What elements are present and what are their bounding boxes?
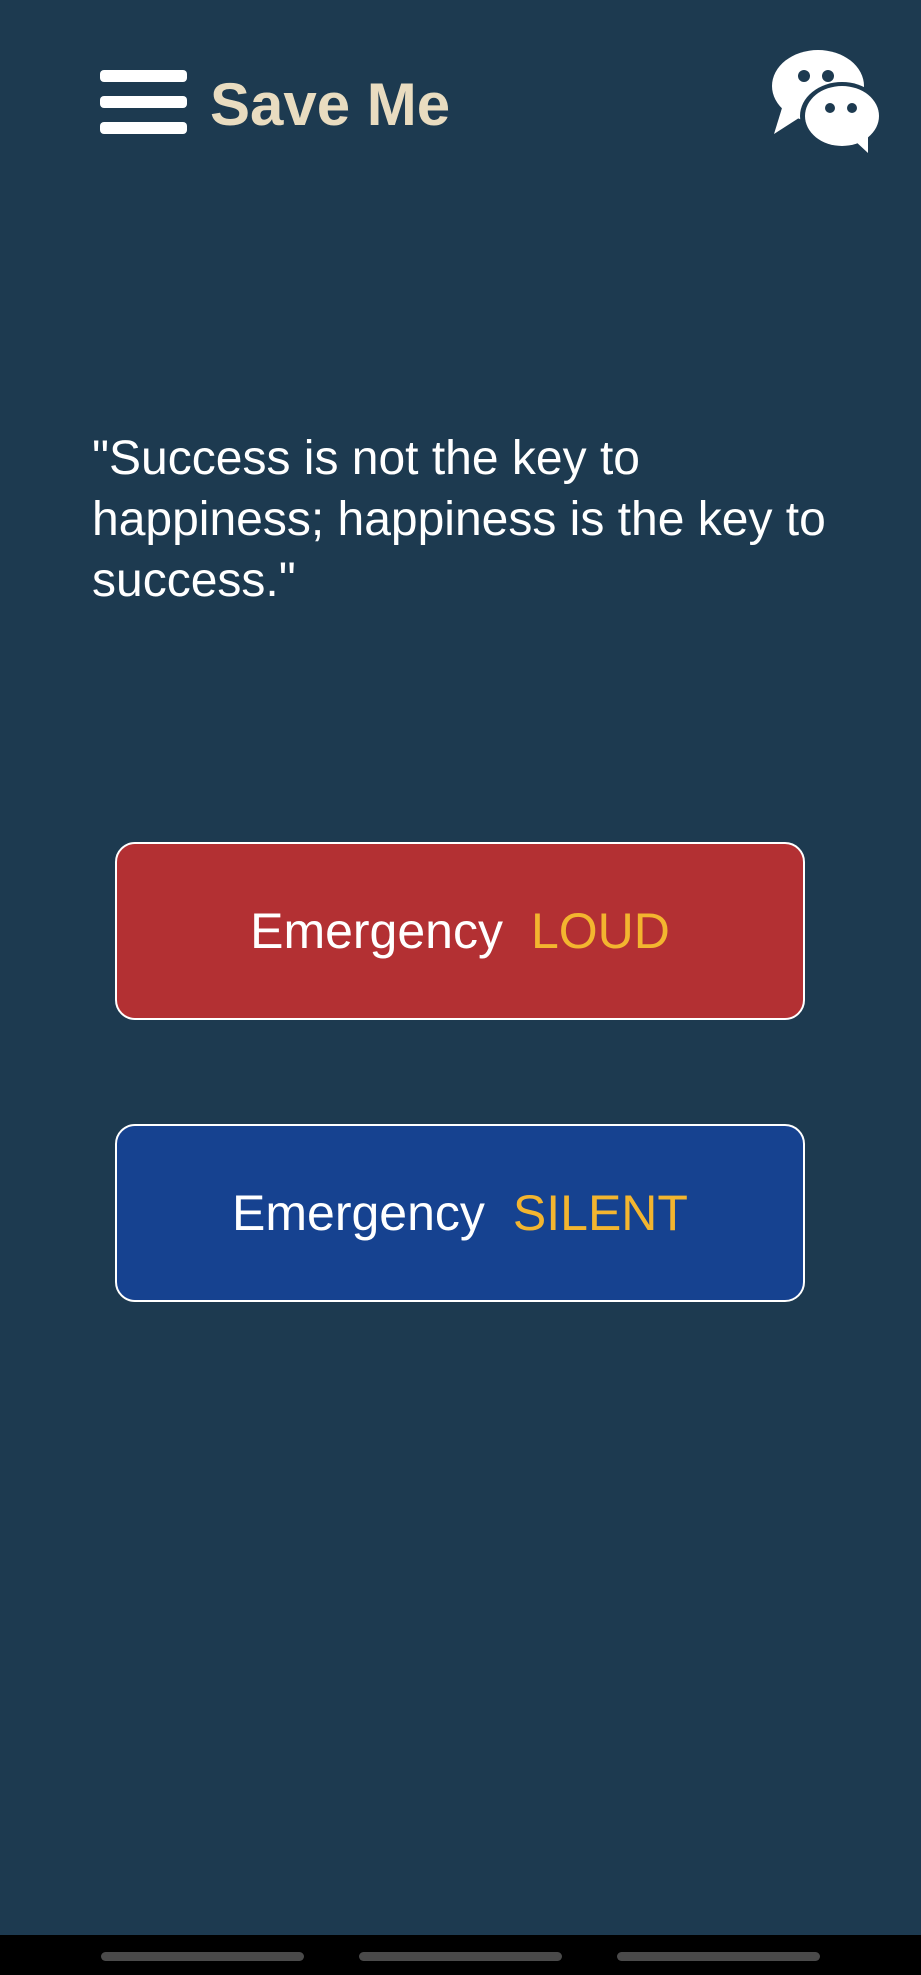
emergency-silent-button[interactable]: Emergency SILENT	[115, 1124, 805, 1302]
emergency-loud-mode: LOUD	[530, 903, 670, 959]
chat-icon[interactable]	[756, 50, 884, 155]
emergency-silent-mode: SILENT	[512, 1185, 688, 1241]
nav-pill-left[interactable]	[101, 1952, 304, 1961]
motivational-quote: "Success is not the key to happiness; ha…	[92, 432, 826, 607]
system-navigation-bar	[0, 1935, 921, 1975]
emergency-loud-label: Emergency	[250, 903, 503, 959]
hamburger-menu-icon[interactable]	[100, 70, 187, 134]
app-title: Save Me	[210, 71, 451, 138]
emergency-silent-label: Emergency	[232, 1185, 485, 1241]
emergency-loud-button[interactable]: Emergency LOUD	[115, 842, 805, 1020]
nav-pill-center[interactable]	[359, 1952, 562, 1961]
nav-pill-right[interactable]	[617, 1952, 820, 1961]
